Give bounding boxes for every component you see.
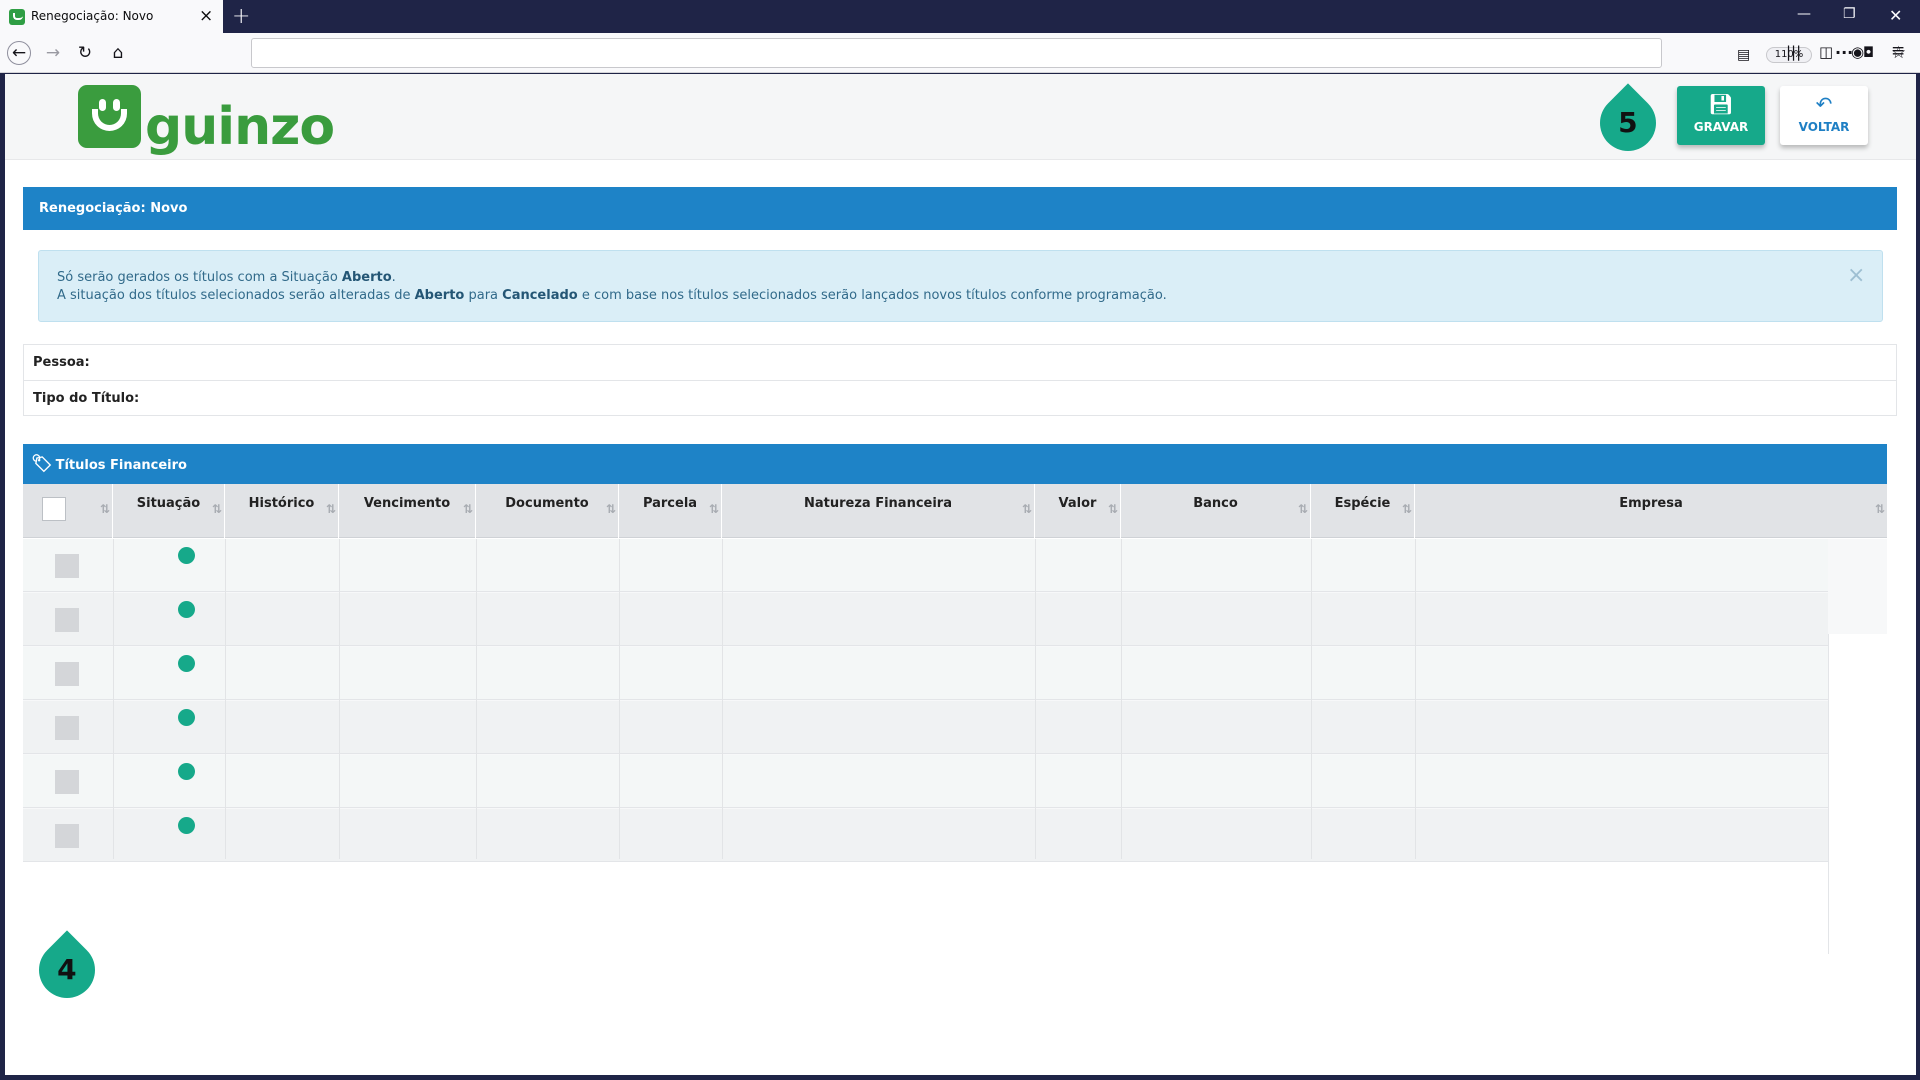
account-icon[interactable]: ◉	[1851, 43, 1864, 61]
sort-icon[interactable]: ⇅	[1108, 502, 1118, 516]
grid-body	[23, 539, 1887, 954]
header-empresa[interactable]: Empresa ⇅	[1415, 484, 1887, 538]
header-documento[interactable]: Documento ⇅	[476, 484, 619, 538]
header-natureza[interactable]: Natureza Financeira ⇅	[722, 484, 1035, 538]
favicon-icon	[9, 9, 25, 25]
page-content: guinzo 5 💾︎ GRAVAR ↶ VOLTAR Renegociação…	[5, 74, 1916, 1075]
url-bar[interactable]: ▤ 110% ··· ◘ ☆	[251, 38, 1906, 68]
reload-icon[interactable]: ↻	[73, 41, 97, 65]
sort-icon[interactable]: ⇅	[100, 502, 110, 516]
status-open-icon	[178, 601, 195, 618]
menu-icon[interactable]: ≡	[1891, 41, 1905, 61]
column-divider	[476, 539, 477, 859]
row-checkbox[interactable]	[55, 824, 79, 848]
back-button-label: VOLTAR	[1798, 120, 1850, 134]
header-banco[interactable]: Banco ⇅	[1121, 484, 1311, 538]
logo-mark-icon	[78, 85, 141, 148]
row-checkbox[interactable]	[55, 716, 79, 740]
library-icon[interactable]: |||	[1786, 43, 1801, 61]
row-checkbox[interactable]	[55, 662, 79, 686]
table-row[interactable]	[23, 647, 1828, 700]
table-row[interactable]	[23, 593, 1828, 646]
table-row[interactable]	[23, 701, 1828, 754]
status-open-icon	[178, 817, 195, 834]
tab-title: Renegociação: Novo	[31, 9, 154, 23]
row-checkbox[interactable]	[55, 770, 79, 794]
window-close-icon[interactable]: ✕	[1889, 6, 1902, 25]
grid-header: ⇅ Situação ⇅ Histórico ⇅ Vencimento ⇅ Docum…	[23, 484, 1887, 538]
tab-close-icon[interactable]: ×	[199, 6, 213, 26]
column-divider	[619, 539, 620, 859]
browser-titlebar: Renegociação: Novo × + — ❐ ✕	[0, 0, 1920, 33]
sort-icon[interactable]: ⇅	[1022, 502, 1032, 516]
step-badge-4: 4	[27, 930, 107, 1010]
row-checkbox[interactable]	[55, 608, 79, 632]
table-row[interactable]	[23, 809, 1828, 862]
tipo-titulo-label: Tipo do Título:	[33, 391, 140, 406]
header-parcela[interactable]: Parcela ⇅	[619, 484, 722, 538]
back-icon[interactable]: ←	[7, 41, 31, 65]
sort-icon[interactable]: ⇅	[606, 502, 616, 516]
row-checkbox[interactable]	[55, 554, 79, 578]
titulos-section: 🏷︎ Títulos Financeiro ⇅ Situação ⇅ Históri…	[23, 444, 1887, 954]
app-header: guinzo 5 💾︎ GRAVAR ↶ VOLTAR	[5, 74, 1916, 163]
column-divider	[722, 539, 723, 859]
header-especie[interactable]: Espécie ⇅	[1311, 484, 1415, 538]
forward-icon[interactable]: →	[41, 41, 65, 65]
header-situacao[interactable]: Situação ⇅	[113, 484, 225, 538]
pessoa-label: Pessoa:	[24, 345, 1896, 381]
floppy-disk-icon: 💾︎	[1708, 92, 1734, 116]
sort-icon[interactable]: ⇅	[326, 502, 336, 516]
home-icon[interactable]: ⌂	[106, 41, 130, 65]
header-select-all[interactable]: ⇅	[23, 484, 113, 538]
column-divider	[1311, 539, 1312, 859]
section-title: Títulos Financeiro	[55, 458, 187, 473]
select-all-checkbox[interactable]	[42, 497, 66, 521]
status-open-icon	[178, 763, 195, 780]
section-header: 🏷︎ Títulos Financeiro	[23, 444, 1887, 484]
alert-line-2: A situação dos títulos selecionados serã…	[57, 288, 1167, 303]
column-divider	[339, 539, 340, 859]
browser-toolbar: ← → ↻ ⌂ ▤ 110% ··· ◘ ☆ ||| ◫ ◉ ≡	[0, 33, 1920, 73]
alert-close-icon[interactable]: ×	[1847, 265, 1865, 287]
restore-icon[interactable]: ❐	[1843, 6, 1856, 22]
tag-icon: 🏷︎	[31, 454, 53, 474]
column-divider	[1035, 539, 1036, 859]
grid-scroll-area[interactable]	[1828, 634, 1887, 954]
reader-view-icon[interactable]: ▤	[1737, 47, 1750, 63]
sort-icon[interactable]: ⇅	[1402, 502, 1412, 516]
header-historico[interactable]: Histórico ⇅	[225, 484, 339, 538]
column-divider	[225, 539, 226, 859]
table-row[interactable]	[23, 539, 1828, 592]
sort-icon[interactable]: ⇅	[1298, 502, 1308, 516]
status-open-icon	[178, 709, 195, 726]
alert-line-1: Só serão gerados os títulos com a Situaç…	[57, 270, 396, 285]
minimize-icon[interactable]: —	[1797, 6, 1811, 22]
header-vencimento[interactable]: Vencimento ⇅	[339, 484, 476, 538]
browser-tab[interactable]: Renegociação: Novo ×	[0, 0, 223, 33]
status-open-icon	[178, 547, 195, 564]
undo-arrow-icon: ↶	[1815, 92, 1833, 116]
header-valor[interactable]: Valor ⇅	[1035, 484, 1121, 538]
sort-icon[interactable]: ⇅	[463, 502, 473, 516]
sort-icon[interactable]: ⇅	[1875, 502, 1885, 516]
page-title: Renegociação: Novo	[23, 187, 1897, 230]
status-open-icon	[178, 655, 195, 672]
table-row[interactable]	[23, 755, 1828, 808]
sidebar-icon[interactable]: ◫	[1819, 43, 1833, 61]
step-badge-5: 5	[1588, 83, 1668, 163]
column-divider	[1415, 539, 1416, 859]
column-divider	[1121, 539, 1122, 859]
form-info: Pessoa: Tipo do Título:	[23, 344, 1897, 416]
new-tab-icon[interactable]: +	[232, 4, 250, 29]
sort-icon[interactable]: ⇅	[212, 502, 222, 516]
back-button[interactable]: ↶ VOLTAR	[1780, 86, 1868, 145]
column-divider	[113, 539, 114, 859]
sort-icon[interactable]: ⇅	[709, 502, 719, 516]
pocket-icon[interactable]: ◘	[1863, 45, 1874, 61]
info-alert: Só serão gerados os títulos com a Situaç…	[38, 250, 1883, 322]
save-button-label: GRAVAR	[1693, 120, 1749, 134]
logo-text: guinzo	[145, 97, 335, 157]
save-button[interactable]: 💾︎ GRAVAR	[1677, 86, 1765, 145]
